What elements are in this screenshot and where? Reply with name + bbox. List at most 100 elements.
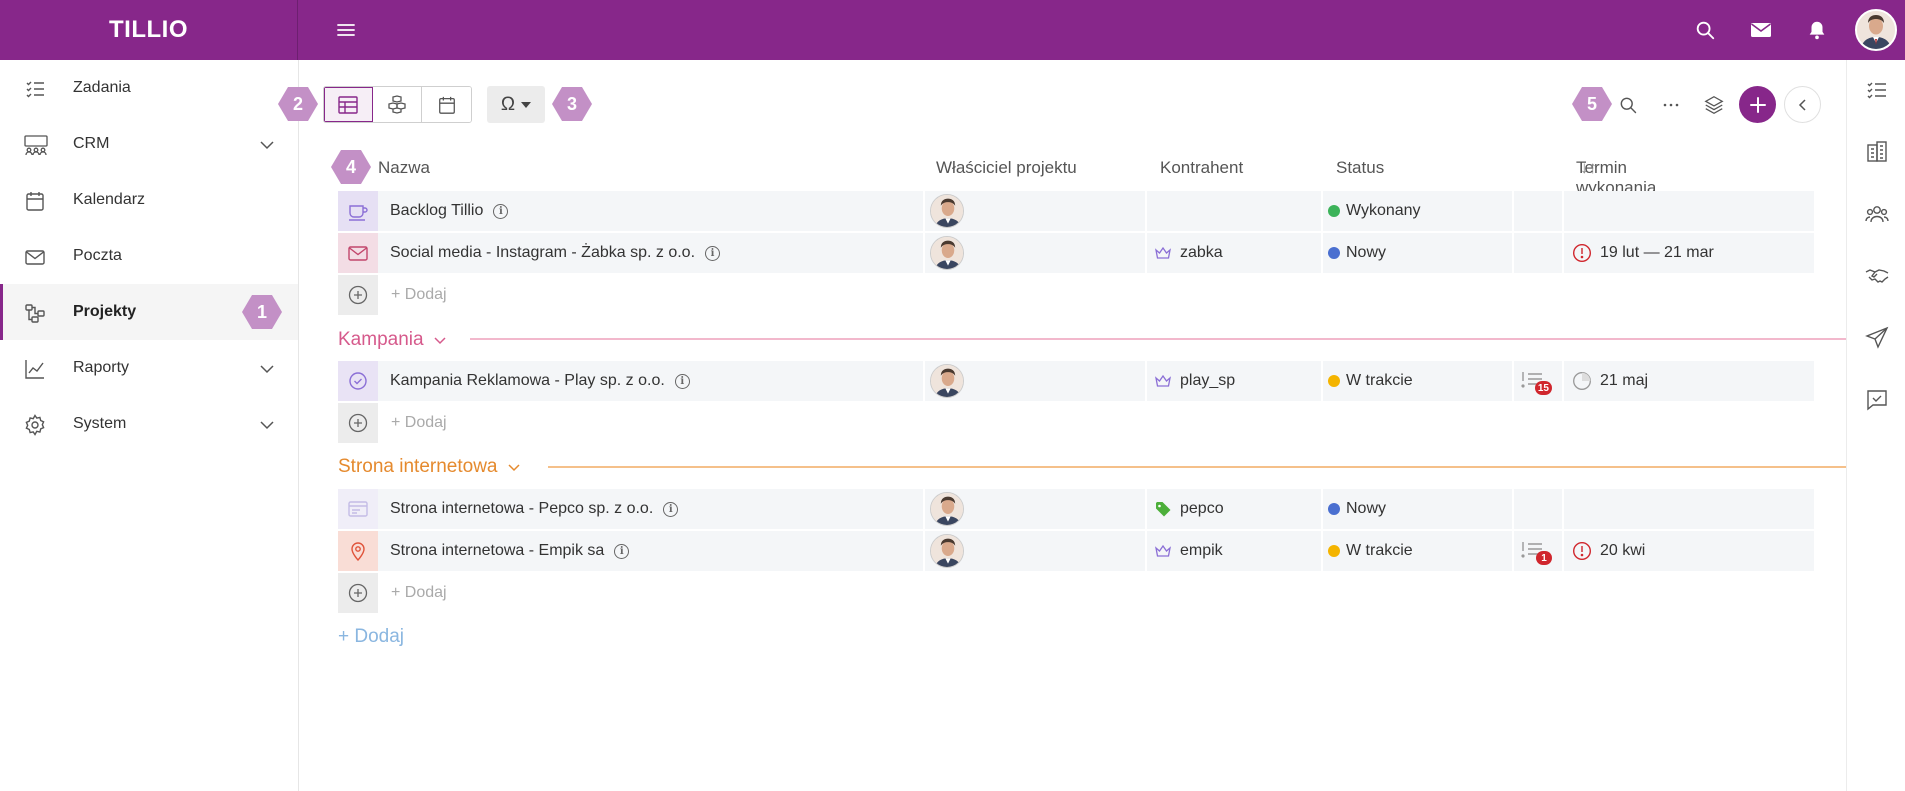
add-project-button[interactable] — [1739, 86, 1776, 123]
add-row-button[interactable]: + Dodaj — [338, 573, 738, 613]
contractor-cell[interactable]: zabka — [1154, 233, 1223, 273]
contractor-name[interactable]: pepco — [1180, 500, 1224, 518]
sidebar-item-projekty[interactable]: Projekty 1 — [0, 284, 298, 340]
add-row-button[interactable]: + Dodaj — [338, 275, 738, 315]
task-list-icon[interactable]: 1 — [1520, 539, 1552, 565]
column-header-contractor[interactable]: Kontrahent — [1160, 158, 1243, 178]
chat-check-icon[interactable] — [1865, 388, 1889, 412]
chevron-down-icon[interactable] — [258, 136, 276, 154]
bell-icon[interactable] — [1789, 0, 1845, 60]
sidebar-item-zadania[interactable]: Zadania — [0, 60, 298, 116]
calendar-view-button[interactable] — [422, 87, 471, 122]
avatar[interactable] — [930, 364, 964, 398]
chevron-down-icon[interactable] — [506, 459, 522, 475]
search-icon[interactable] — [1606, 86, 1649, 123]
more-icon[interactable] — [1649, 86, 1692, 123]
table-row[interactable]: Social media - Instagram - Żabka sp. z o… — [338, 233, 1814, 273]
avatar[interactable] — [930, 492, 964, 526]
project-name-cell[interactable]: Strona internetowa - Pepco sp. z o.o. i — [390, 489, 679, 529]
mail-icon[interactable] — [1733, 0, 1789, 60]
sidebar-item-kalendarz[interactable]: Kalendarz — [0, 172, 298, 228]
owner-cell[interactable] — [930, 233, 964, 273]
user-avatar[interactable] — [1855, 9, 1897, 51]
contractor-name[interactable]: empik — [1180, 542, 1223, 560]
add-group-link[interactable]: + Dodaj — [338, 626, 404, 648]
step-marker-3: 3 — [552, 87, 592, 121]
table-row[interactable]: Strona internetowa - Pepco sp. z o.o. i … — [338, 489, 1814, 529]
owner-cell[interactable] — [930, 531, 964, 571]
status-cell[interactable]: Nowy — [1328, 489, 1386, 529]
status-cell[interactable]: Wykonany — [1328, 191, 1421, 231]
contractor-cell[interactable]: empik — [1154, 531, 1223, 571]
contractor-name[interactable]: zabka — [1180, 244, 1223, 262]
project-name-cell[interactable]: Strona internetowa - Empik sa i — [390, 531, 630, 571]
add-label: + Dodaj — [391, 414, 447, 431]
column-header-owner[interactable]: Właściciel projektu — [936, 158, 1077, 178]
info-icon[interactable]: i — [674, 373, 690, 389]
info-icon[interactable]: i — [614, 543, 630, 559]
status-cell[interactable]: Nowy — [1328, 233, 1386, 273]
owner-cell[interactable] — [930, 191, 964, 231]
info-icon[interactable]: i — [705, 245, 721, 261]
column-header-status[interactable]: Status — [1336, 158, 1384, 178]
table-row[interactable]: Strona internetowa - Empik sa i empik W … — [338, 531, 1814, 571]
chevron-down-icon[interactable] — [258, 416, 276, 434]
search-icon[interactable] — [1677, 0, 1733, 60]
project-name[interactable]: Backlog Tillio — [390, 202, 483, 220]
column-header-name[interactable]: Nazwa — [378, 158, 430, 178]
owner-cell[interactable] — [930, 361, 964, 401]
sort-icon[interactable]: ↓↑ — [1580, 158, 1597, 178]
deadline-text: 20 kwi — [1600, 542, 1646, 559]
group-header-kampania[interactable]: Kampania — [338, 326, 448, 354]
table-row[interactable]: Backlog Tillio i Wykonany — [338, 191, 1814, 231]
info-icon[interactable]: i — [493, 203, 509, 219]
sidebar-item-raporty[interactable]: Raporty — [0, 340, 298, 396]
owner-cell[interactable] — [930, 489, 964, 529]
add-row-button[interactable]: + Dodaj — [338, 403, 738, 443]
sidebar-item-crm[interactable]: CRM — [0, 116, 298, 172]
sidebar-item-label: System — [73, 415, 127, 432]
project-name-cell[interactable]: Backlog Tillio i — [390, 191, 509, 231]
info-icon[interactable]: i — [663, 501, 679, 517]
kanban-view-button[interactable] — [373, 87, 422, 122]
avatar[interactable] — [930, 236, 964, 270]
app-logo[interactable]: TILLIO — [109, 16, 188, 44]
layers-icon[interactable] — [1692, 86, 1735, 123]
status-cell[interactable]: W trakcie — [1328, 361, 1413, 401]
project-name[interactable]: Social media - Instagram - Żabka sp. z o… — [390, 244, 695, 262]
task-list-icon[interactable]: 15 — [1520, 369, 1552, 395]
building-icon[interactable] — [1865, 140, 1889, 164]
project-name-cell[interactable]: Social media - Instagram - Żabka sp. z o… — [390, 233, 721, 273]
avatar[interactable] — [930, 194, 964, 228]
project-name[interactable]: Strona internetowa - Empik sa — [390, 542, 604, 560]
table-row[interactable]: Kampania Reklamowa - Play sp. z o.o. i p… — [338, 361, 1814, 401]
project-name[interactable]: Strona internetowa - Pepco sp. z o.o. — [390, 500, 653, 518]
table-view-button[interactable] — [324, 87, 373, 122]
status-cell[interactable]: W trakcie — [1328, 531, 1413, 571]
group-header-strona-internetowa[interactable]: Strona internetowa — [338, 453, 522, 481]
chevron-down-icon[interactable] — [432, 332, 448, 348]
contacts-icon[interactable] — [1865, 202, 1889, 226]
chevron-down-icon[interactable] — [258, 360, 276, 378]
sidebar-item-poczta[interactable]: Poczta — [0, 228, 298, 284]
tasks-cell[interactable]: 15 — [1520, 361, 1552, 401]
sidebar-item-system[interactable]: System — [0, 396, 298, 452]
project-name[interactable]: Kampania Reklamowa - Play sp. z o.o. — [390, 372, 665, 390]
avatar[interactable] — [930, 534, 964, 568]
contractor-name[interactable]: play_sp — [1180, 372, 1235, 390]
contractor-cell[interactable]: pepco — [1154, 489, 1224, 529]
collapse-panel-button[interactable] — [1784, 86, 1821, 123]
deadline-cell[interactable]: 20 kwi — [1572, 531, 1645, 571]
add-label: + Dodaj — [391, 286, 447, 303]
filter-dropdown-button[interactable]: Ω — [487, 86, 545, 123]
deadline-cell[interactable]: 19 lut — 21 mar — [1572, 233, 1714, 273]
menu-icon[interactable] — [334, 18, 358, 42]
handshake-icon[interactable] — [1865, 264, 1889, 288]
task-list-icon[interactable] — [1865, 78, 1889, 102]
project-name-cell[interactable]: Kampania Reklamowa - Play sp. z o.o. i — [390, 361, 690, 401]
plus-icon — [1749, 96, 1767, 114]
tasks-cell[interactable]: 1 — [1520, 531, 1552, 571]
deadline-cell[interactable]: 21 maj — [1572, 361, 1648, 401]
contractor-cell[interactable]: play_sp — [1154, 361, 1235, 401]
send-icon[interactable] — [1865, 326, 1889, 350]
